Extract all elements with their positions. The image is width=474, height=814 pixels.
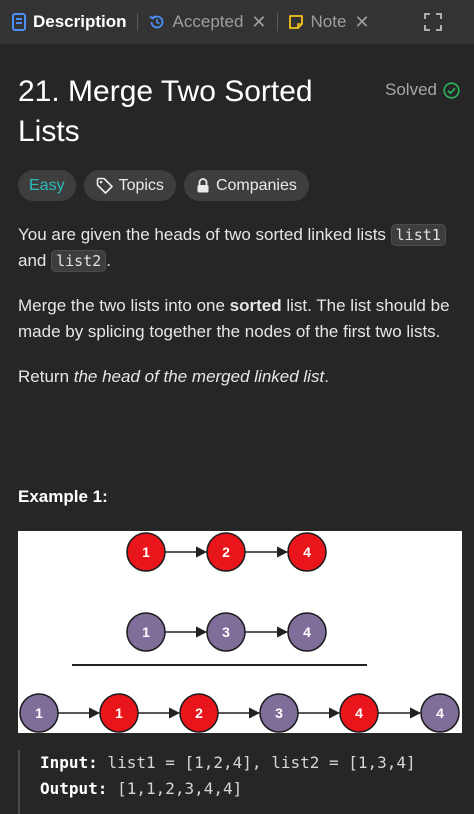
problem-title[interactable]: 21. Merge Two Sorted Lists	[18, 72, 348, 152]
tab-description[interactable]: Description	[12, 0, 127, 44]
bold-text: sorted	[229, 296, 282, 315]
merged-node-label: 3	[275, 705, 283, 721]
description-icon	[12, 13, 26, 31]
list2-node-label: 4	[303, 624, 311, 640]
example-input: Input: list1 = [1,2,4], list2 = [1,3,4]	[40, 750, 462, 776]
note-icon	[288, 14, 304, 30]
list1-node-label: 4	[303, 544, 311, 560]
text: Merge the two lists into one	[18, 296, 230, 315]
text: You are given the heads of two sorted li…	[18, 225, 391, 244]
merged-node-label: 4	[355, 705, 363, 721]
history-icon	[148, 13, 166, 31]
tab-separator	[276, 13, 278, 31]
companies-label: Companies	[215, 176, 297, 194]
close-icon[interactable]: ✕	[251, 12, 266, 33]
solved-status: Solved	[385, 80, 460, 100]
tag-chips: Easy Topics Companies	[18, 170, 309, 201]
description-paragraph: Merge the two lists into one sorted list…	[18, 293, 458, 345]
list1-node-label: 1	[142, 544, 150, 560]
tab-accepted[interactable]: Accepted ✕	[148, 0, 267, 44]
example-title: Example 1:	[18, 487, 108, 506]
text: .	[106, 251, 111, 270]
list1-node-label: 2	[222, 544, 230, 560]
merged-node-label: 1	[115, 705, 123, 721]
inline-code: list1	[390, 224, 446, 246]
tab-bar: Description Accepted ✕ Note ✕	[0, 0, 474, 44]
close-icon[interactable]: ✕	[354, 12, 369, 33]
description-paragraph: Return the head of the merged linked lis…	[18, 364, 458, 390]
example-output: Output: [1,1,2,3,4,4]	[40, 776, 462, 802]
output-label: Output:	[40, 779, 108, 798]
text: Return	[18, 367, 74, 386]
text: and	[18, 251, 52, 270]
tab-note-label: Note	[310, 12, 347, 31]
tab-accepted-label: Accepted	[172, 12, 244, 31]
input-value: list1 = [1,2,4], list2 = [1,3,4]	[107, 753, 416, 772]
italic-text: the head of the merged linked list	[73, 367, 325, 386]
problem-description: You are given the heads of two sorted li…	[18, 222, 458, 390]
list2-node-label: 3	[222, 624, 230, 640]
list2-node-label: 1	[142, 624, 150, 640]
solved-label: Solved	[385, 80, 437, 99]
tab-note[interactable]: Note ✕	[288, 0, 370, 44]
output-value: [1,1,2,3,4,4]	[117, 779, 243, 798]
inline-code: list2	[51, 250, 107, 272]
tab-description-label: Description	[33, 12, 127, 31]
tag-icon	[96, 177, 113, 194]
description-paragraph: You are given the heads of two sorted li…	[18, 222, 458, 274]
lock-icon	[196, 178, 210, 193]
example-io: Input: list1 = [1,2,4], list2 = [1,3,4] …	[18, 750, 462, 814]
difficulty-label: Easy	[29, 176, 65, 194]
input-label: Input:	[40, 753, 98, 772]
linked-list-diagram: 1 2 4 1 3 4 1 1 2 3 4 4	[19, 532, 460, 733]
text: .	[324, 367, 329, 386]
merged-node-label: 2	[195, 705, 203, 721]
diagram-nodes: 1 2 4 1 3 4 1 1 2 3 4 4	[19, 532, 460, 733]
companies-button[interactable]: Companies	[183, 170, 309, 201]
expand-icon[interactable]	[424, 13, 442, 31]
tab-separator	[136, 13, 138, 31]
check-circle-icon	[443, 81, 460, 99]
merged-node-label: 4	[436, 705, 444, 721]
merged-node-label: 1	[35, 705, 43, 721]
difficulty-badge: Easy	[18, 170, 76, 201]
example-diagram: 1 2 4 1 3 4 1 1 2 3 4 4	[18, 531, 462, 733]
topics-label: Topics	[118, 176, 164, 194]
topics-button[interactable]: Topics	[83, 170, 176, 201]
